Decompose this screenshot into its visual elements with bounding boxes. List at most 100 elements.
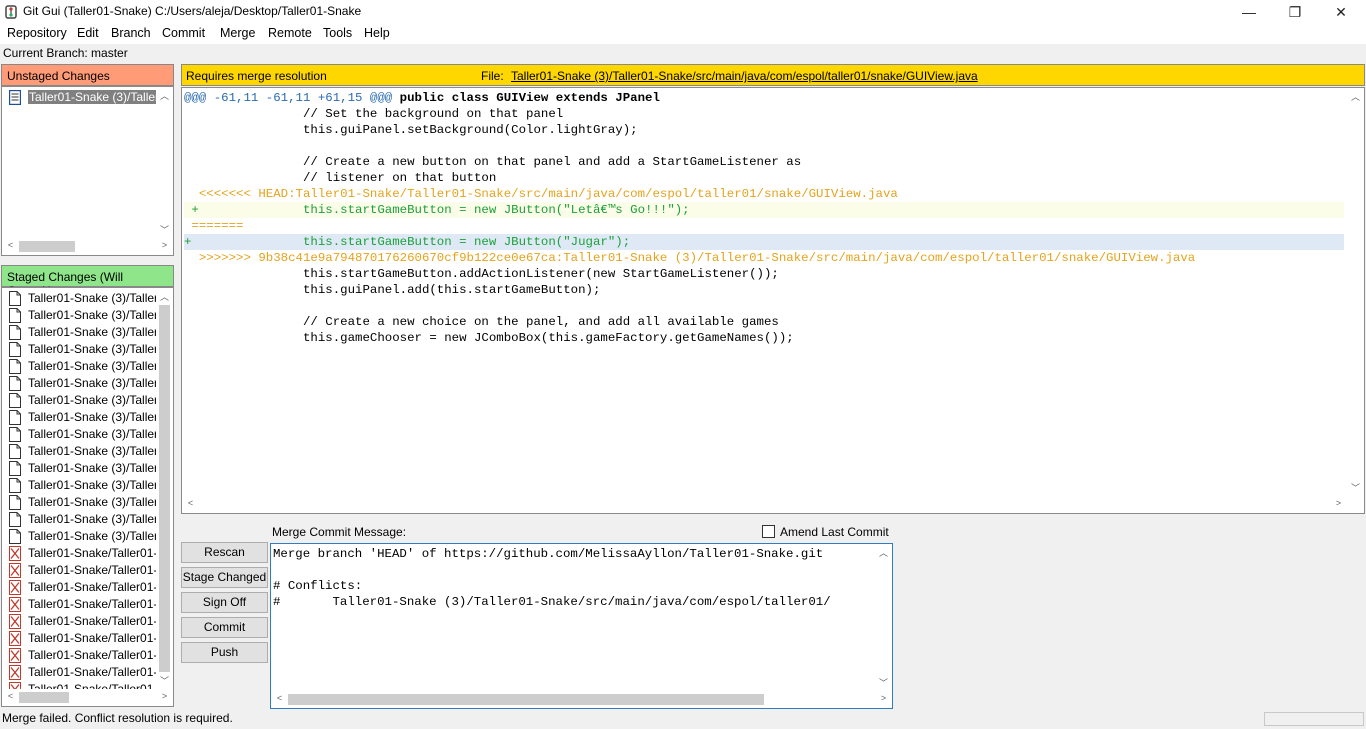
- commit-vertical-scrollbar[interactable]: ︿ ﹀: [875, 544, 892, 691]
- staged-file-row[interactable]: Taller01-Snake/Taller01-Snake/src: [2, 630, 158, 647]
- menu-help[interactable]: Help: [364, 25, 390, 41]
- staged-file-row[interactable]: Taller01-Snake (3)/Taller01-Snake: [2, 409, 158, 426]
- minimize-button[interactable]: —: [1226, 0, 1272, 24]
- scroll-up-icon[interactable]: ︿: [876, 546, 891, 559]
- staged-file-name: Taller01-Snake/Taller01-Snake/src: [28, 614, 156, 628]
- staged-horizontal-scrollbar[interactable]: < >: [2, 689, 173, 706]
- scroll-right-icon[interactable]: >: [157, 691, 172, 701]
- diff-line: // Create a new choice on the panel, and…: [184, 315, 779, 329]
- staged-file-row[interactable]: Taller01-Snake (3)/Taller01-Snake: [2, 511, 158, 528]
- file-icon: [9, 478, 21, 493]
- scroll-down-icon[interactable]: ﹀: [157, 223, 172, 236]
- scroll-up-icon[interactable]: ︿: [1348, 90, 1363, 103]
- checkbox-icon[interactable]: [762, 525, 775, 538]
- staged-file-name: Taller01-Snake/Taller01-Snake/src: [28, 648, 156, 662]
- stage-changed-button[interactable]: Stage Changed: [181, 567, 268, 588]
- scroll-down-icon[interactable]: ﹀: [157, 674, 172, 687]
- staged-file-row[interactable]: Taller01-Snake (3)/Taller01-Snake: [2, 358, 158, 375]
- scroll-right-icon[interactable]: >: [876, 693, 891, 703]
- rescan-button[interactable]: Rescan: [181, 542, 268, 563]
- file-icon: [9, 427, 21, 442]
- scroll-up-icon[interactable]: ︿: [157, 290, 172, 303]
- scroll-thumb[interactable]: [19, 692, 69, 703]
- staged-file-row[interactable]: Taller01-Snake (3)/Taller01-Snake: [2, 341, 158, 358]
- close-icon: ✕: [1335, 3, 1347, 20]
- unstaged-horizontal-scrollbar[interactable]: < >: [2, 238, 173, 255]
- diff-vertical-scrollbar[interactable]: ︿ ﹀: [1347, 88, 1364, 496]
- scroll-left-icon[interactable]: <: [183, 498, 198, 508]
- scroll-thumb[interactable]: [19, 241, 75, 252]
- scroll-down-icon[interactable]: ﹀: [876, 676, 891, 689]
- menu-commit[interactable]: Commit: [162, 25, 205, 41]
- close-button[interactable]: ✕: [1318, 0, 1364, 24]
- scroll-left-icon[interactable]: <: [3, 691, 18, 701]
- push-button[interactable]: Push: [181, 642, 268, 663]
- staged-file-name: Taller01-Snake (3)/Taller01-Snake: [28, 291, 156, 305]
- diff-line: =======: [184, 219, 244, 233]
- deleted-file-icon: [9, 614, 21, 629]
- staged-file-row[interactable]: Taller01-Snake (3)/Taller01-Snake: [2, 426, 158, 443]
- staged-file-row[interactable]: Taller01-Snake/Taller01-Snake/src: [2, 562, 158, 579]
- menu-edit[interactable]: Edit: [77, 25, 99, 41]
- unstaged-file-row[interactable]: Taller01-Snake (3)/Taller01-Snake/src/ma…: [2, 89, 173, 106]
- amend-last-commit-checkbox[interactable]: Amend Last Commit: [762, 525, 889, 539]
- staged-file-row[interactable]: Taller01-Snake/Taller01-Snake/src: [2, 647, 158, 664]
- sign-off-button[interactable]: Sign Off: [181, 592, 268, 613]
- menu-merge[interactable]: Merge: [220, 25, 255, 41]
- menu-branch[interactable]: Branch: [111, 25, 151, 41]
- staged-file-row[interactable]: Taller01-Snake (3)/Taller01-Snake: [2, 392, 158, 409]
- staged-file-row[interactable]: Taller01-Snake/Taller01-Snake/src: [2, 579, 158, 596]
- scroll-up-icon[interactable]: ︿: [157, 89, 172, 102]
- deleted-file-icon: [9, 631, 21, 646]
- staged-file-list[interactable]: Taller01-Snake (3)/Taller01-Snake Taller0…: [1, 287, 174, 707]
- diff-line: [184, 298, 1344, 314]
- staged-file-row[interactable]: Taller01-Snake/Taller01-Snake/src: [2, 613, 158, 630]
- deleted-file-icon: [9, 597, 21, 612]
- staged-vertical-scrollbar[interactable]: ︿ ﹀: [156, 288, 173, 689]
- menu-repository[interactable]: Repository: [7, 25, 67, 41]
- staged-file-row[interactable]: Taller01-Snake (3)/Taller01-Snake: [2, 528, 158, 545]
- staged-file-row[interactable]: Taller01-Snake (3)/Taller01-Snake: [2, 324, 158, 341]
- maximize-button[interactable]: ❐: [1272, 0, 1318, 24]
- status-message: Merge failed. Conflict resolution is req…: [2, 711, 233, 725]
- menu-tools[interactable]: Tools: [323, 25, 352, 41]
- staged-file-row[interactable]: Taller01-Snake (3)/Taller01-Snake: [2, 307, 158, 324]
- staged-file-name: Taller01-Snake (3)/Taller01-Snake: [28, 478, 156, 492]
- scroll-thumb[interactable]: [288, 694, 764, 705]
- staged-file-row[interactable]: Taller01-Snake/Taller01-Snake/src: [2, 596, 158, 613]
- staged-file-row[interactable]: Taller01-Snake/Taller01-Snake/src: [2, 664, 158, 681]
- commit-horizontal-scrollbar[interactable]: < >: [271, 691, 892, 708]
- hunk-context: public class GUIView extends JPanel: [392, 91, 660, 105]
- scroll-right-icon[interactable]: >: [1331, 498, 1346, 508]
- staged-file-row[interactable]: Taller01-Snake (3)/Taller01-Snake: [2, 375, 158, 392]
- staged-file-row[interactable]: Taller01-Snake (3)/Taller01-Snake: [2, 477, 158, 494]
- staged-file-name: Taller01-Snake (3)/Taller01-Snake: [28, 393, 156, 407]
- commit-message-editor[interactable]: Merge branch 'HEAD' of https://github.co…: [270, 543, 893, 709]
- scroll-thumb[interactable]: [159, 305, 170, 672]
- scroll-down-icon[interactable]: ﹀: [1348, 481, 1363, 494]
- staged-file-name: Taller01-Snake/Taller01-Snake/src: [28, 597, 156, 611]
- staged-file-row[interactable]: Taller01-Snake (3)/Taller01-Snake: [2, 443, 158, 460]
- diff-horizontal-scrollbar[interactable]: < >: [182, 496, 1347, 513]
- status-progress-field: [1264, 712, 1364, 726]
- amend-label: Amend Last Commit: [780, 525, 889, 539]
- staged-file-row[interactable]: Taller01-Snake (3)/Taller01-Snake: [2, 460, 158, 477]
- diff-line: // Create a new button on that panel and…: [184, 155, 802, 169]
- current-branch: Current Branch: master: [3, 46, 128, 60]
- commit-button[interactable]: Commit: [181, 617, 268, 638]
- staged-file-row[interactable]: Taller01-Snake/Taller01-Snake/src: [2, 545, 158, 562]
- staged-file-name: Taller01-Snake (3)/Taller01-Snake: [28, 495, 156, 509]
- staged-file-row[interactable]: Taller01-Snake (3)/Taller01-Snake: [2, 290, 158, 307]
- diff-viewer[interactable]: @@@ -61,11 -61,11 +61,15 @@@ public clas…: [181, 87, 1365, 514]
- unstaged-file-list[interactable]: Taller01-Snake (3)/Taller01-Snake/src/ma…: [1, 86, 174, 256]
- scroll-left-icon[interactable]: <: [3, 240, 18, 250]
- deleted-file-icon: [9, 563, 21, 578]
- diff-line: >>>>>>> 9b38c41e9a794870176260670cf9b122…: [184, 251, 1196, 265]
- staged-file-row[interactable]: Taller01-Snake (3)/Taller01-Snake: [2, 494, 158, 511]
- unstaged-vertical-scrollbar[interactable]: ︿ ﹀: [156, 87, 173, 238]
- diff-line: // listener on that button: [184, 171, 497, 185]
- scroll-right-icon[interactable]: >: [157, 240, 172, 250]
- staged-file-name: Taller01-Snake/Taller01-Snake/src: [28, 563, 156, 577]
- scroll-left-icon[interactable]: <: [272, 693, 287, 703]
- menu-remote[interactable]: Remote: [268, 25, 312, 41]
